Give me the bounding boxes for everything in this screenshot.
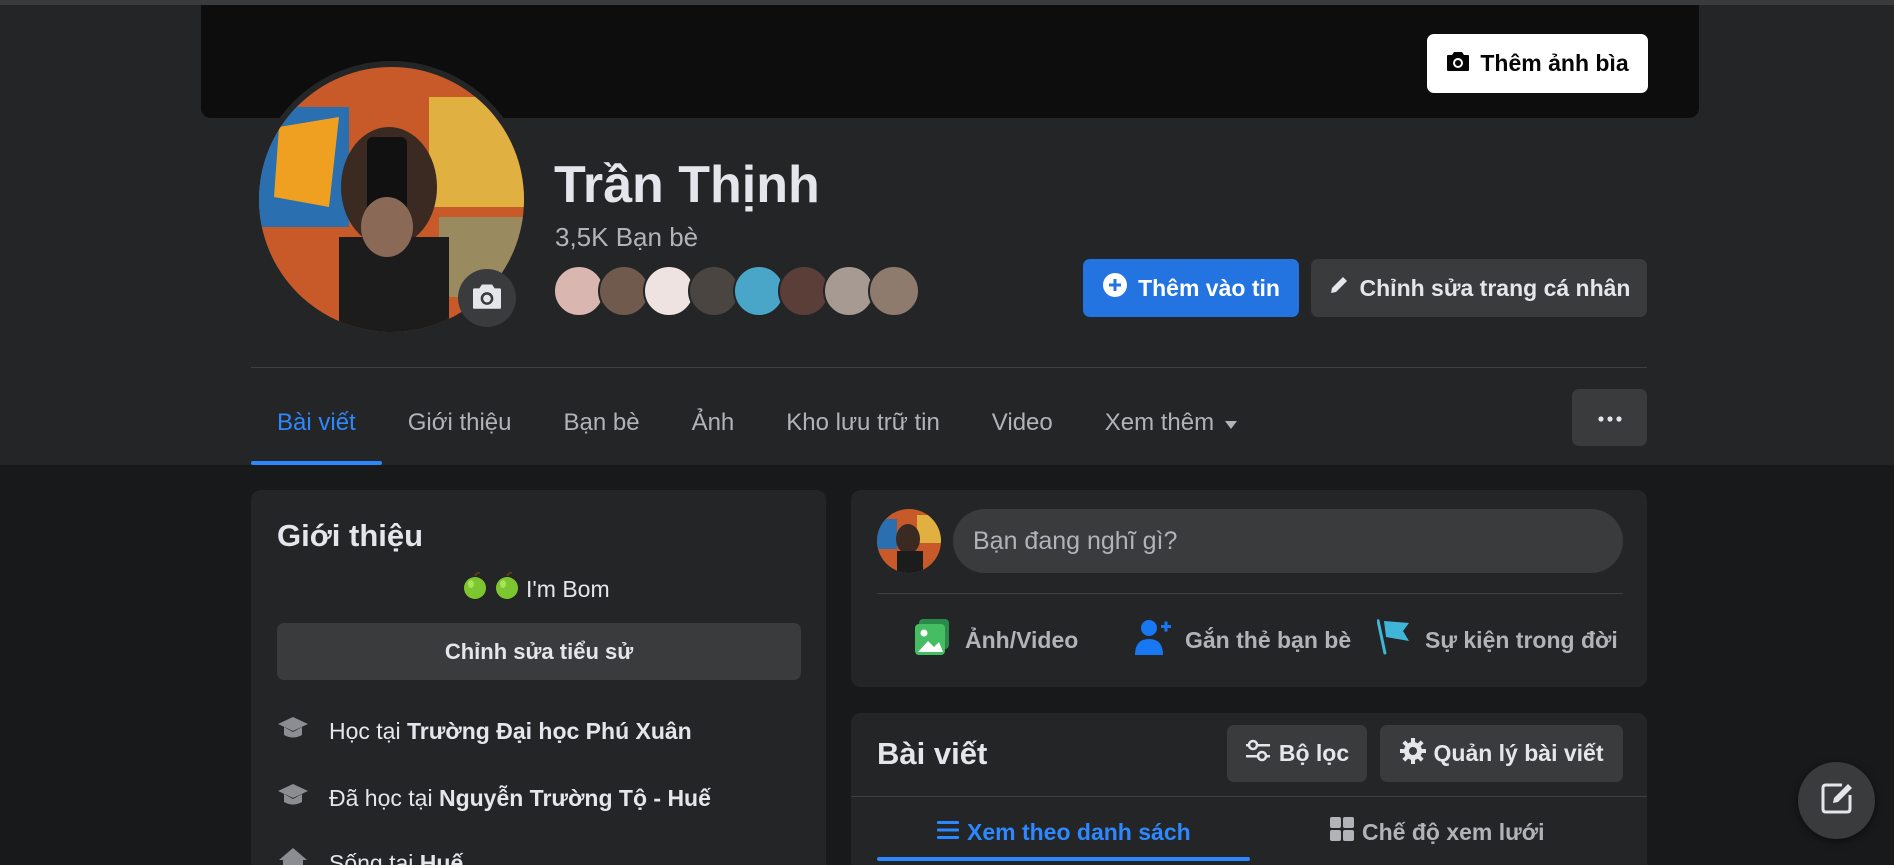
tab-videos[interactable]: Video [966,380,1079,465]
camera-icon [1446,50,1470,78]
more-dots-icon [1597,409,1622,427]
pencil-icon [1328,274,1350,302]
tag-friends-button[interactable]: Gắn thẻ bạn bè [1133,616,1351,664]
friend-avatar[interactable] [868,265,920,317]
tag-friends-icon [1133,617,1173,663]
posts-divider [851,796,1647,797]
photo-video-label: Ảnh/Video [965,626,1079,653]
tag-friends-label: Gắn thẻ bạn bè [1185,626,1352,653]
grid-view-tab[interactable]: Chế độ xem lưới [1330,806,1545,858]
header-divider [251,367,1647,368]
life-event-button[interactable]: Sự kiện trong đời [1376,616,1618,664]
whats-on-your-mind-input[interactable]: Bạn đang nghĩ gì? [953,509,1623,573]
profile-name: Trần Thịnh [554,156,820,214]
intro-item-lives-in: Sống tại Huế [277,846,463,865]
add-cover-photo-button[interactable]: Thêm ảnh bìa [1427,34,1648,93]
friend-avatars [553,265,920,317]
photo-video-button[interactable]: Ảnh/Video [913,616,1078,664]
intro-item-text: Đã học tại Nguyễn Trường Tộ - Huế [329,785,711,812]
compose-icon [1820,781,1854,820]
filter-label: Bộ lọc [1278,740,1350,766]
caret-down-icon [1224,409,1238,437]
profile-tabs: Bài viết Giới thiệu Bạn bè Ảnh Kho lưu t… [251,380,1264,465]
posts-title: Bài viết [877,736,988,771]
plus-circle-icon [1102,272,1128,304]
composer-avatar[interactable] [877,509,941,573]
add-to-story-label: Thêm vào tin [1138,274,1280,301]
gear-icon [1399,737,1426,770]
edit-profile-button[interactable]: Chỉnh sửa trang cá nhân [1311,259,1647,317]
graduation-cap-icon [277,714,309,748]
intro-item-prefix: Học tại [329,717,401,744]
manage-posts-button[interactable]: Quản lý bài viết [1380,725,1623,782]
camera-icon [471,282,503,315]
list-view-label: Xem theo danh sách [967,818,1191,845]
composer-divider [877,593,1623,594]
intro-item-prefix: Sống tại [329,849,414,865]
update-profile-picture-button[interactable] [458,269,516,327]
list-icon [937,819,959,846]
intro-item-text: Học tại Trường Đại học Phú Xuân [329,718,692,745]
edit-profile-label: Chỉnh sửa trang cá nhân [1359,274,1631,301]
tab-more[interactable]: Xem thêm [1079,380,1264,465]
list-view-tab[interactable]: Xem theo danh sách [937,806,1191,858]
intro-item-value[interactable]: Nguyễn Trường Tộ - Huế [439,785,711,811]
tab-posts[interactable]: Bài viết [251,380,382,465]
tab-story-archive[interactable]: Kho lưu trữ tin [760,380,966,465]
grid-icon [1330,817,1354,847]
friends-count[interactable]: 3,5K Bạn bè [555,222,698,253]
intro-item-value[interactable]: Trường Đại học Phú Xuân [407,718,692,744]
add-cover-photo-label: Thêm ảnh bìa [1480,50,1629,76]
manage-posts-label: Quản lý bài viết [1433,740,1604,766]
intro-item-value[interactable]: Huế [420,850,463,865]
active-view-underline [877,857,1250,861]
edit-bio-button[interactable]: Chỉnh sửa tiểu sử [277,623,801,680]
tab-about[interactable]: Giới thiệu [382,380,538,465]
intro-title: Giới thiệu [277,518,424,553]
intro-item-education: Đã học tại Nguyễn Trường Tộ - Huế [277,781,711,815]
bio: I'm Bom [462,571,610,606]
life-event-flag-icon [1376,617,1413,663]
intro-item-text: Sống tại Huế [329,850,463,865]
home-icon [277,846,309,865]
add-to-story-button[interactable]: Thêm vào tin [1083,259,1299,317]
tab-photos[interactable]: Ảnh [666,380,761,465]
intro-item-education: Học tại Trường Đại học Phú Xuân [277,714,692,748]
more-options-button[interactable] [1572,389,1647,446]
graduation-cap-icon [277,781,309,815]
tab-friends[interactable]: Bạn bè [537,380,665,465]
photo-video-icon [913,617,953,663]
filter-button[interactable]: Bộ lọc [1227,725,1367,782]
new-message-button[interactable] [1798,762,1875,839]
life-event-label: Sự kiện trong đời [1425,626,1618,653]
green-apple-icon [494,571,520,606]
grid-view-label: Chế độ xem lưới [1362,818,1545,845]
intro-item-prefix: Đã học tại [329,784,433,811]
tab-more-label: Xem thêm [1104,408,1215,436]
bio-text: I'm Bom [526,575,610,602]
sliders-icon [1245,739,1271,769]
green-apple-icon [462,571,488,606]
